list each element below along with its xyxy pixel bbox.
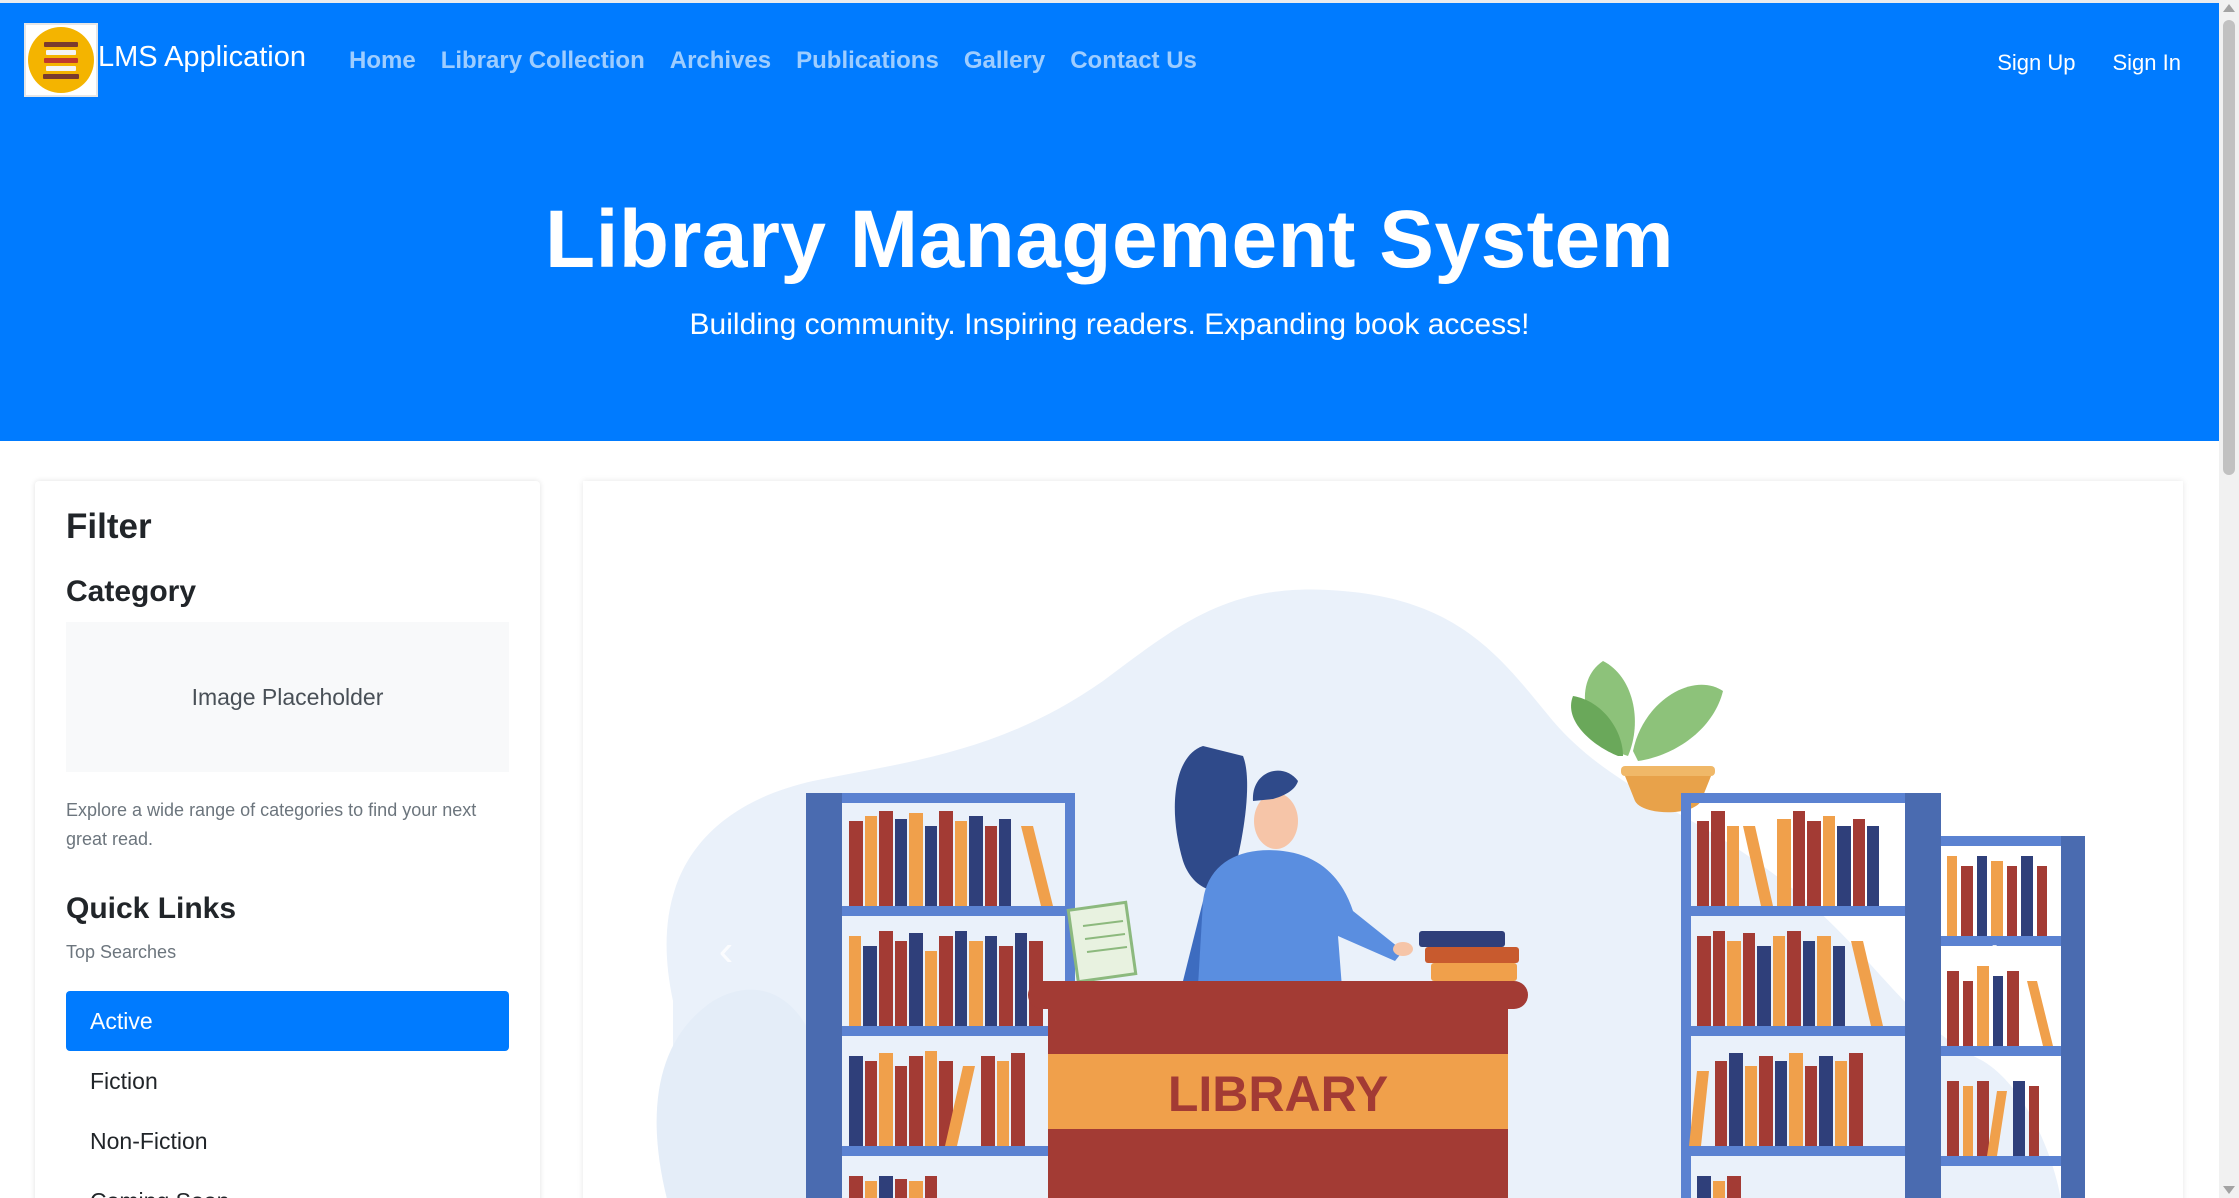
placeholder-label: Image Placeholder xyxy=(191,683,384,710)
logo[interactable] xyxy=(24,23,98,97)
category-image-placeholder: Image Placeholder xyxy=(66,622,509,772)
brand-name[interactable]: LMS Application xyxy=(98,41,306,74)
nav-library-collection[interactable]: Library Collection xyxy=(441,47,645,75)
book-stack xyxy=(1419,931,1519,981)
books-stack-icon xyxy=(28,27,94,93)
chevron-right-icon[interactable]: › xyxy=(1983,921,2013,981)
top-searches-label: Top Searches xyxy=(66,942,177,962)
sign-in-link[interactable]: Sign In xyxy=(2113,50,2182,76)
nav-home[interactable]: Home xyxy=(349,47,416,75)
image-carousel: LIBRARY ‹ › xyxy=(583,481,2183,1198)
nav-archives[interactable]: Archives xyxy=(670,47,771,75)
nav-publications[interactable]: Publications xyxy=(796,47,939,75)
navbar: LMS Application Home Library Collection … xyxy=(0,3,2219,117)
category-description: Explore a wide range of categories to fi… xyxy=(66,800,477,849)
category-heading: Category xyxy=(66,575,197,608)
scroll-thumb[interactable] xyxy=(2223,20,2235,475)
page-title: Library Management System xyxy=(545,194,1674,285)
nav-links: Home Library Collection Archives Publica… xyxy=(349,47,1197,75)
filter-sidebar: Filter Category Image Placeholder Explor… xyxy=(35,481,540,1198)
quick-links-heading: Quick Links xyxy=(66,892,237,925)
page-subtitle: Building community. Inspiring readers. E… xyxy=(689,308,1530,341)
library-illustration: LIBRARY xyxy=(656,589,2085,1198)
library-desk: LIBRARY xyxy=(1028,981,1528,1198)
nav-contact-us[interactable]: Contact Us xyxy=(1070,47,1197,75)
quick-link-coming-soon[interactable]: Coming Soon xyxy=(66,1171,509,1198)
chevron-left-icon[interactable]: ‹ xyxy=(711,921,741,981)
quick-links-list: Active Fiction Non-Fiction Coming Soon xyxy=(66,991,509,1198)
nav-gallery[interactable]: Gallery xyxy=(964,47,1045,75)
scroll-up-arrow-icon[interactable] xyxy=(2223,4,2235,12)
sign-up-link[interactable]: Sign Up xyxy=(1997,50,2075,76)
quick-link-non-fiction[interactable]: Non-Fiction xyxy=(66,1111,509,1171)
auth-links: Sign Up Sign In xyxy=(1997,50,2181,76)
page-scrollbar[interactable] xyxy=(2219,0,2239,1198)
filter-heading: Filter xyxy=(66,507,152,546)
library-sign-text: LIBRARY xyxy=(1168,1066,1388,1122)
hero-header: LMS Application Home Library Collection … xyxy=(0,3,2219,441)
quick-link-fiction[interactable]: Fiction xyxy=(66,1051,509,1111)
quick-link-active[interactable]: Active xyxy=(66,991,509,1051)
scroll-down-arrow-icon[interactable] xyxy=(2223,1186,2235,1194)
